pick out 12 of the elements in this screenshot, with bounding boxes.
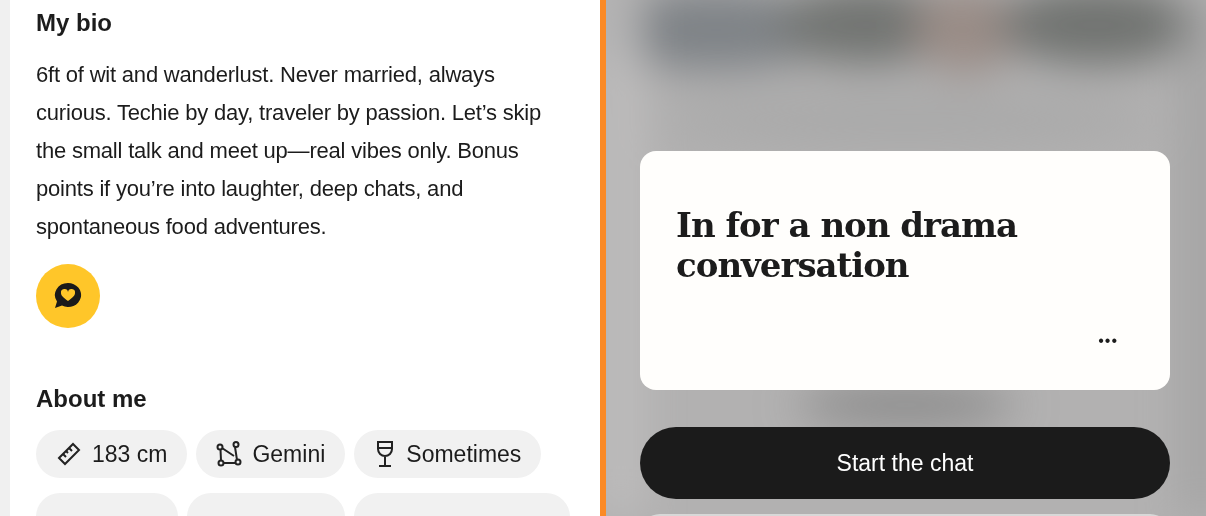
heart-chat-icon [52, 281, 84, 311]
section-heading: About me [36, 384, 148, 414]
bio-text: 6ft of wit and wanderlust. Never married, always curious. Techie by day, traveler by passion. Let’s skip the small talk and meet up—real vibes only. Bonus points if you’re into laughter, deep chats, and spontaneous food adventures. [36, 61, 543, 241]
info-chip: Sometimes [354, 430, 542, 478]
info-chip: Gemini [196, 430, 346, 478]
info-chip: 183 cm [36, 430, 188, 478]
more-button[interactable]: ••• [1098, 332, 1118, 350]
start-chat-button[interactable]: Start the chat [640, 427, 1170, 499]
section-heading: My bio [36, 8, 113, 38]
constellation-icon [216, 441, 243, 467]
prompt-title: In for a non drama conversation [676, 205, 1019, 285]
ruler-icon [56, 441, 82, 467]
